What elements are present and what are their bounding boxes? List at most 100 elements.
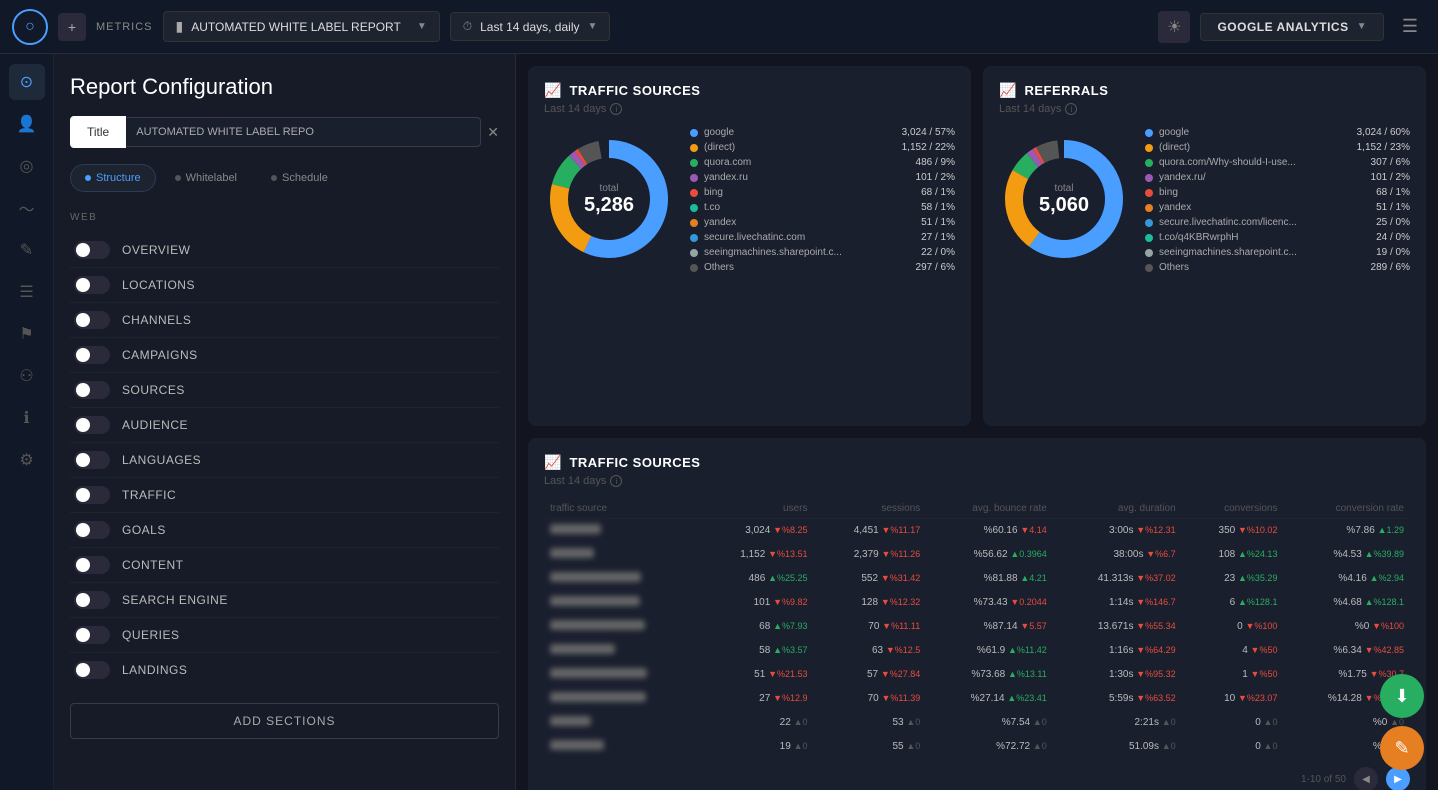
legend-name: google [1159,127,1351,138]
legend-dot [690,159,698,167]
logo-icon[interactable]: ○ [12,9,48,45]
theme-toggle[interactable]: ☀ [1158,11,1190,43]
column-header: sessions [814,499,927,519]
icon-bar-home[interactable]: ⊙ [9,64,45,100]
toggle-label: GOALS [122,523,166,537]
metric-cell: 57 ▼%27.84 [814,663,927,687]
icon-bar-users[interactable]: 👤 [9,106,45,142]
metric-cell: 0 ▲0 [1182,735,1284,759]
metric-cell: %7.54 ▲0 [926,711,1053,735]
sidebar: Report Configuration Title AUTOMATED WHI… [54,54,516,790]
toggle-campaigns[interactable] [74,346,110,364]
legend-item: secure.livechatinc.com/licenc... 25 / 0% [1145,217,1410,228]
icon-bar-person[interactable]: ⚇ [9,358,45,394]
legend-item: (direct) 1,152 / 23% [1145,142,1410,153]
toggle-audience[interactable] [74,416,110,434]
toggle-languages[interactable] [74,451,110,469]
metric-cell: 101 ▼%9.82 [700,591,814,615]
toggle-queries[interactable] [74,626,110,644]
traffic-sources-title: TRAFFIC SOURCES [569,83,700,98]
download-button[interactable]: ⬇ [1380,674,1424,718]
next-page-button[interactable]: ▶ [1386,767,1410,790]
report-selector[interactable]: ▮ AUTOMATED WHITE LABEL REPORT ▼ [163,11,440,42]
title-input[interactable]: AUTOMATED WHITE LABEL REPO [126,117,481,147]
metric-cell: 70 ▼%11.11 [814,615,927,639]
donut-cards-row: 📈 TRAFFIC SOURCES Last 14 days i [528,66,1426,426]
tab-schedule[interactable]: Schedule [256,164,343,192]
metric-cell: %4.68 ▲%128.1 [1283,591,1410,615]
toggle-label: LANGUAGES [122,453,201,467]
toggle-row-goals: GOALS [70,513,499,548]
toggle-locations[interactable] [74,276,110,294]
metric-cell: %4.53 ▲%39.89 [1283,543,1410,567]
icon-bar-settings[interactable]: ⚙ [9,442,45,478]
table-row: 58 ▲%3.5763 ▼%12.5%61.9 ▲%11.421:16s ▼%6… [544,639,1410,663]
table-row: 51 ▼%21.5357 ▼%27.84%73.68 ▲%13.111:30s … [544,663,1410,687]
metric-cell: 51.09s ▲0 [1053,735,1182,759]
analytics-label: GOOGLE ANALYTICS [1217,20,1348,34]
toggle-content[interactable] [74,556,110,574]
tab-whitelabel[interactable]: Whitelabel [160,164,252,192]
title-tab[interactable]: Title [70,116,126,148]
source-name [544,615,700,639]
table-row: 101 ▼%9.82128 ▼%12.32%73.43 ▼0.20441:14s… [544,591,1410,615]
icon-bar-chart[interactable]: ◎ [9,148,45,184]
prev-page-button[interactable]: ◀ [1354,767,1378,790]
toggle-landings[interactable] [74,661,110,679]
legend-dot [1145,249,1153,257]
metric-cell: 5:59s ▼%63.52 [1053,687,1182,711]
add-sections-button[interactable]: ADD SECTIONS [70,703,499,739]
toggle-sources[interactable] [74,381,110,399]
toggle-goals[interactable] [74,521,110,539]
metric-cell: 22 ▲0 [700,711,814,735]
table-row: 486 ▲%25.25552 ▼%31.42%81.88 ▲4.2141.313… [544,567,1410,591]
icon-bar-analytics[interactable]: 〜 [9,190,45,226]
metric-cell: %81.88 ▲4.21 [926,567,1053,591]
metric-cell: %7.86 ▲1.29 [1283,519,1410,543]
new-button[interactable]: + [58,13,86,41]
metric-cell: 55 ▲0 [814,735,927,759]
close-icon[interactable]: ✕ [487,124,499,141]
icon-bar-list[interactable]: ☰ [9,274,45,310]
icon-bar-flag[interactable]: ⚑ [9,316,45,352]
toggle-traffic[interactable] [74,486,110,504]
legend-dot [690,129,698,137]
metric-cell: 1 ▼%50 [1182,663,1284,687]
tab-whitelabel-label: Whitelabel [186,172,237,184]
metric-cell: 51 ▼%21.53 [700,663,814,687]
column-header: avg. duration [1053,499,1182,519]
legend-dot [1145,144,1153,152]
toggle-overview[interactable] [74,241,110,259]
analytics-selector[interactable]: GOOGLE ANALYTICS ▼ [1200,13,1384,41]
source-name [544,567,700,591]
main-layout: ⊙ 👤 ◎ 〜 ✎ ☰ ⚑ ⚇ ℹ ⚙ Report Configuration… [0,54,1438,790]
date-selector[interactable]: ⏱ Last 14 days, daily ▼ [450,12,611,41]
info-icon: i [610,475,622,487]
clock-icon: ⏱ [463,19,472,34]
toggle-row-traffic: TRAFFIC [70,478,499,513]
icon-bar-info[interactable]: ℹ [9,400,45,436]
tab-dot [85,175,91,181]
toggle-row-campaigns: CAMPAIGNS [70,338,499,373]
table-row: 68 ▲%7.9370 ▼%11.11%87.14 ▼5.5713.671s ▼… [544,615,1410,639]
legend-dot [690,234,698,242]
tab-structure[interactable]: Structure [70,164,156,192]
toggle-search-engine[interactable] [74,591,110,609]
table-row: 1,152 ▼%13.512,379 ▼%11.26%56.62 ▲0.3964… [544,543,1410,567]
legend-item: yandex.ru/ 101 / 2% [1145,172,1410,183]
legend-name: bing [1159,187,1370,198]
legend-name: t.co [704,202,915,213]
main-content: 📈 TRAFFIC SOURCES Last 14 days i [516,54,1438,790]
metric-cell: 1,152 ▼%13.51 [700,543,814,567]
toggle-list: OVERVIEWLOCATIONSCHANNELSCAMPAIGNSSOURCE… [70,233,499,687]
legend-value: 101 / 2% [916,172,955,183]
toggle-channels[interactable] [74,311,110,329]
metric-cell: 3,024 ▼%8.25 [700,519,814,543]
icon-bar-edit[interactable]: ✎ [9,232,45,268]
legend-item: bing 68 / 1% [1145,187,1410,198]
legend-value: 307 / 6% [1371,157,1410,168]
menu-button[interactable]: ☰ [1394,11,1426,43]
edit-button[interactable]: ✎ [1380,726,1424,770]
metric-cell: %27.14 ▲%23.41 [926,687,1053,711]
legend-name: secure.livechatinc.com [704,232,915,243]
